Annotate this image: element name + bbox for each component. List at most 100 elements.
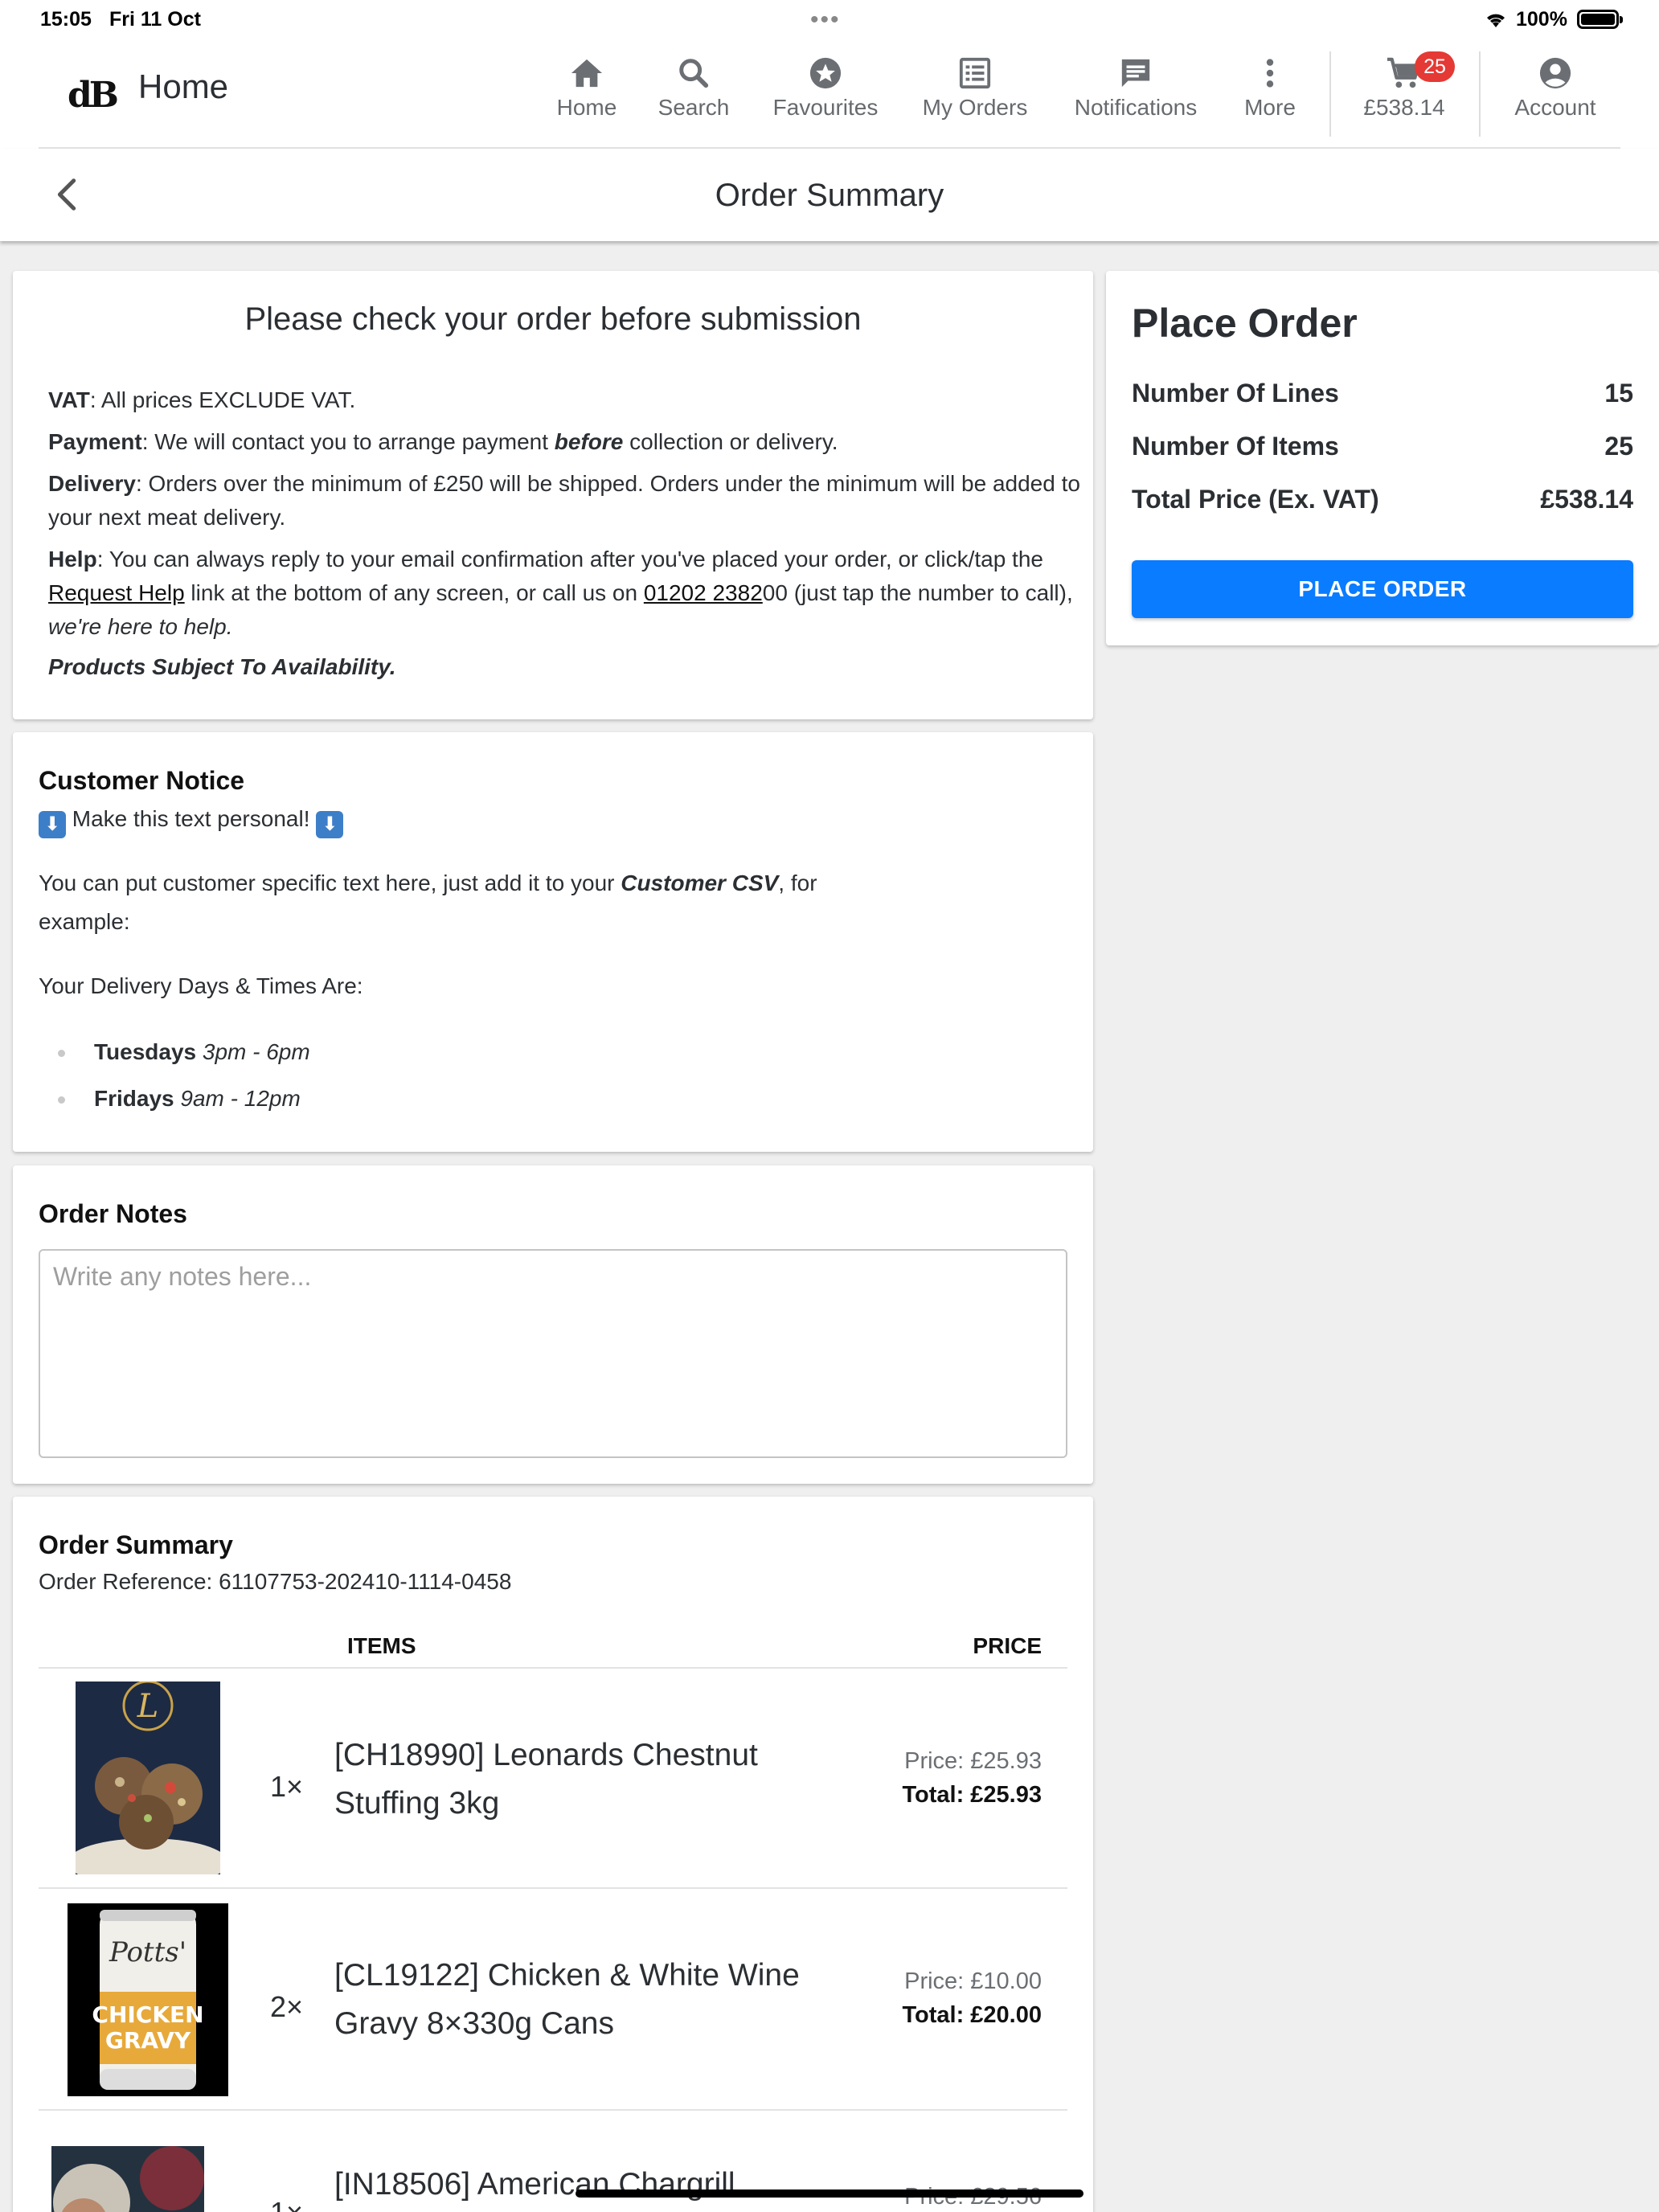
notice-personal: ⬇ Make this text personal! ⬇ [39,800,344,838]
delivery-day-item: Tuesdays 3pm - 6pm [58,1039,310,1065]
availability-text: Products Subject To Availability. [48,654,396,679]
battery-percent: 100% [1516,8,1567,31]
bullet-icon [58,1096,65,1104]
row-divider [39,1667,1067,1669]
status-date: Fri 11 Oct [109,8,201,31]
notes-title: Order Notes [39,1199,187,1228]
number-of-lines-label: Number Of Lines [1132,379,1339,408]
nav-favourites-label: Favourites [772,95,879,120]
item-price: Price: £10.00 Total: £20.00 [902,1964,1042,2032]
row-divider [39,2109,1067,2111]
nav-more[interactable]: More [1222,56,1318,121]
help-label: Help [48,547,97,571]
price-column-header: PRICE [973,1633,1042,1658]
cart-total: £538.14 [1363,95,1445,120]
page-title: Order Summary [715,178,944,213]
help-emphasis: we're here to help. [48,614,233,639]
number-of-items-label: Number Of Items [1132,432,1339,461]
top-navigation: dB Home Home Search Favourites My Orders… [0,39,1659,149]
more-icon [1266,59,1274,88]
status-bar: 15:05 Fri 11 Oct ••• 100% [0,0,1659,39]
customer-notice-card: Customer Notice ⬇ Make this text persona… [13,732,1093,1152]
nav-home-label: Home [556,95,617,120]
help-text-middle: link at the bottom of any screen, or cal… [184,580,644,605]
nav-search-label: Search [657,95,730,120]
nav-account[interactable]: Account [1495,56,1616,121]
nav-my-orders[interactable]: My Orders [915,56,1035,121]
number-of-items-value: 25 [1604,432,1633,461]
items-column-header: ITEMS [347,1633,416,1658]
can-product-line: GRAVY [105,2027,191,2054]
total-price-row: Total Price (Ex. VAT) £538.14 [1132,485,1633,514]
nav-search[interactable]: Search [633,56,754,121]
battery-icon [1577,10,1623,29]
item-name[interactable]: [IN18506] American Chargrill [334,2161,849,2209]
availability-info: Products Subject To Availability. [48,650,1085,684]
order-summary-card: Order Summary Order Reference: 61107753-… [13,1497,1093,2212]
delivery-text: : Orders over the minimum of £250 will b… [48,471,1080,530]
payment-emphasis: before [554,429,624,454]
search-icon [679,59,709,88]
number-of-lines-row: Number Of Lines 15 [1132,379,1633,408]
request-help-link[interactable]: Request Help [48,580,185,605]
nav-favourites[interactable]: Favourites [765,56,886,121]
phone-link[interactable]: 01202 2382 [644,580,763,605]
nav-account-label: Account [1514,95,1596,120]
can-brand: Potts' [109,1936,186,1968]
payment-text: : We will contact you to arrange payment [141,429,555,454]
brand-logo[interactable]: dB [68,75,119,116]
nav-home[interactable]: Home [526,56,647,121]
home-indicator[interactable] [576,2189,1083,2198]
delivery-info: Delivery: Orders over the minimum of £25… [48,467,1085,535]
can-product-line: CHICKEN [92,2001,203,2028]
nav-cart[interactable]: £538.14 25 [1344,51,1464,121]
delivery-day-item: Fridays 9am - 12pm [58,1086,301,1112]
row-divider [39,1887,1067,1889]
payment-info: Payment: We will contact you to arrange … [48,425,1085,459]
notifications-icon [1121,59,1150,88]
multitasking-dots-icon[interactable]: ••• [810,6,841,34]
item-name-line: Stuffing 3kg [334,1786,500,1821]
notice-body-example: example: [39,909,130,934]
nav-notifications-label: Notifications [1074,95,1198,120]
nav-my-orders-label: My Orders [922,95,1028,120]
number-of-items-row: Number Of Items 25 [1132,432,1633,461]
help-info: Help: You can always reply to your email… [48,543,1085,644]
item-unit-price: Price: £10.00 [904,1968,1042,1994]
help-text-end: 00 (just tap the number to call), [762,580,1073,605]
payment-text-end: collection or delivery. [623,429,838,454]
arrow-down-icon: ⬇ [316,811,344,838]
notice-body-emphasis: Customer CSV [621,870,779,895]
help-text: : You can always reply to your email con… [96,547,1043,571]
delivery-day: Fridays [94,1086,174,1111]
nav-more-label: More [1244,95,1296,120]
home-icon [571,59,603,88]
delivery-day: Tuesdays [94,1039,197,1064]
item-name[interactable]: [CL19122] Chicken & White Wine Gravy 8×3… [334,1952,849,2048]
summary-title: Order Summary [39,1530,233,1559]
item-name-line: [CH18990] Leonards Chestnut [334,1738,758,1772]
item-price: Price: £25.93 Total: £25.93 [902,1744,1042,1812]
nav-notifications[interactable]: Notifications [1059,56,1212,121]
place-order-button[interactable]: PLACE ORDER [1132,560,1633,618]
order-notes-input[interactable] [39,1249,1067,1458]
delivery-time: 9am - 12pm [180,1086,301,1111]
delivery-time: 3pm - 6pm [202,1039,310,1064]
item-name[interactable]: [CH18990] Leonards Chestnut Stuffing 3kg [334,1731,849,1828]
star-icon [809,57,842,89]
vat-info: VAT: All prices EXCLUDE VAT. [48,383,1085,417]
header-title: Home [138,68,229,105]
delivery-days-heading: Your Delivery Days & Times Are: [39,973,363,998]
item-name-line: Gravy 8×330g Cans [334,2006,614,2041]
notice-body: You can put customer specific text here,… [39,864,817,903]
cart-count-badge: 25 [1415,51,1455,82]
account-icon [1539,57,1571,89]
item-total: Total: £25.93 [902,1782,1042,1808]
product-image [51,2146,204,2212]
bullet-icon [58,1050,65,1058]
item-unit-price: Price: £25.93 [904,1748,1042,1774]
page-header: Order Summary [0,149,1659,241]
status-time: 15:05 [40,8,92,31]
item-quantity: 1× [270,1770,304,1803]
notice-body-end: , for [778,870,817,895]
